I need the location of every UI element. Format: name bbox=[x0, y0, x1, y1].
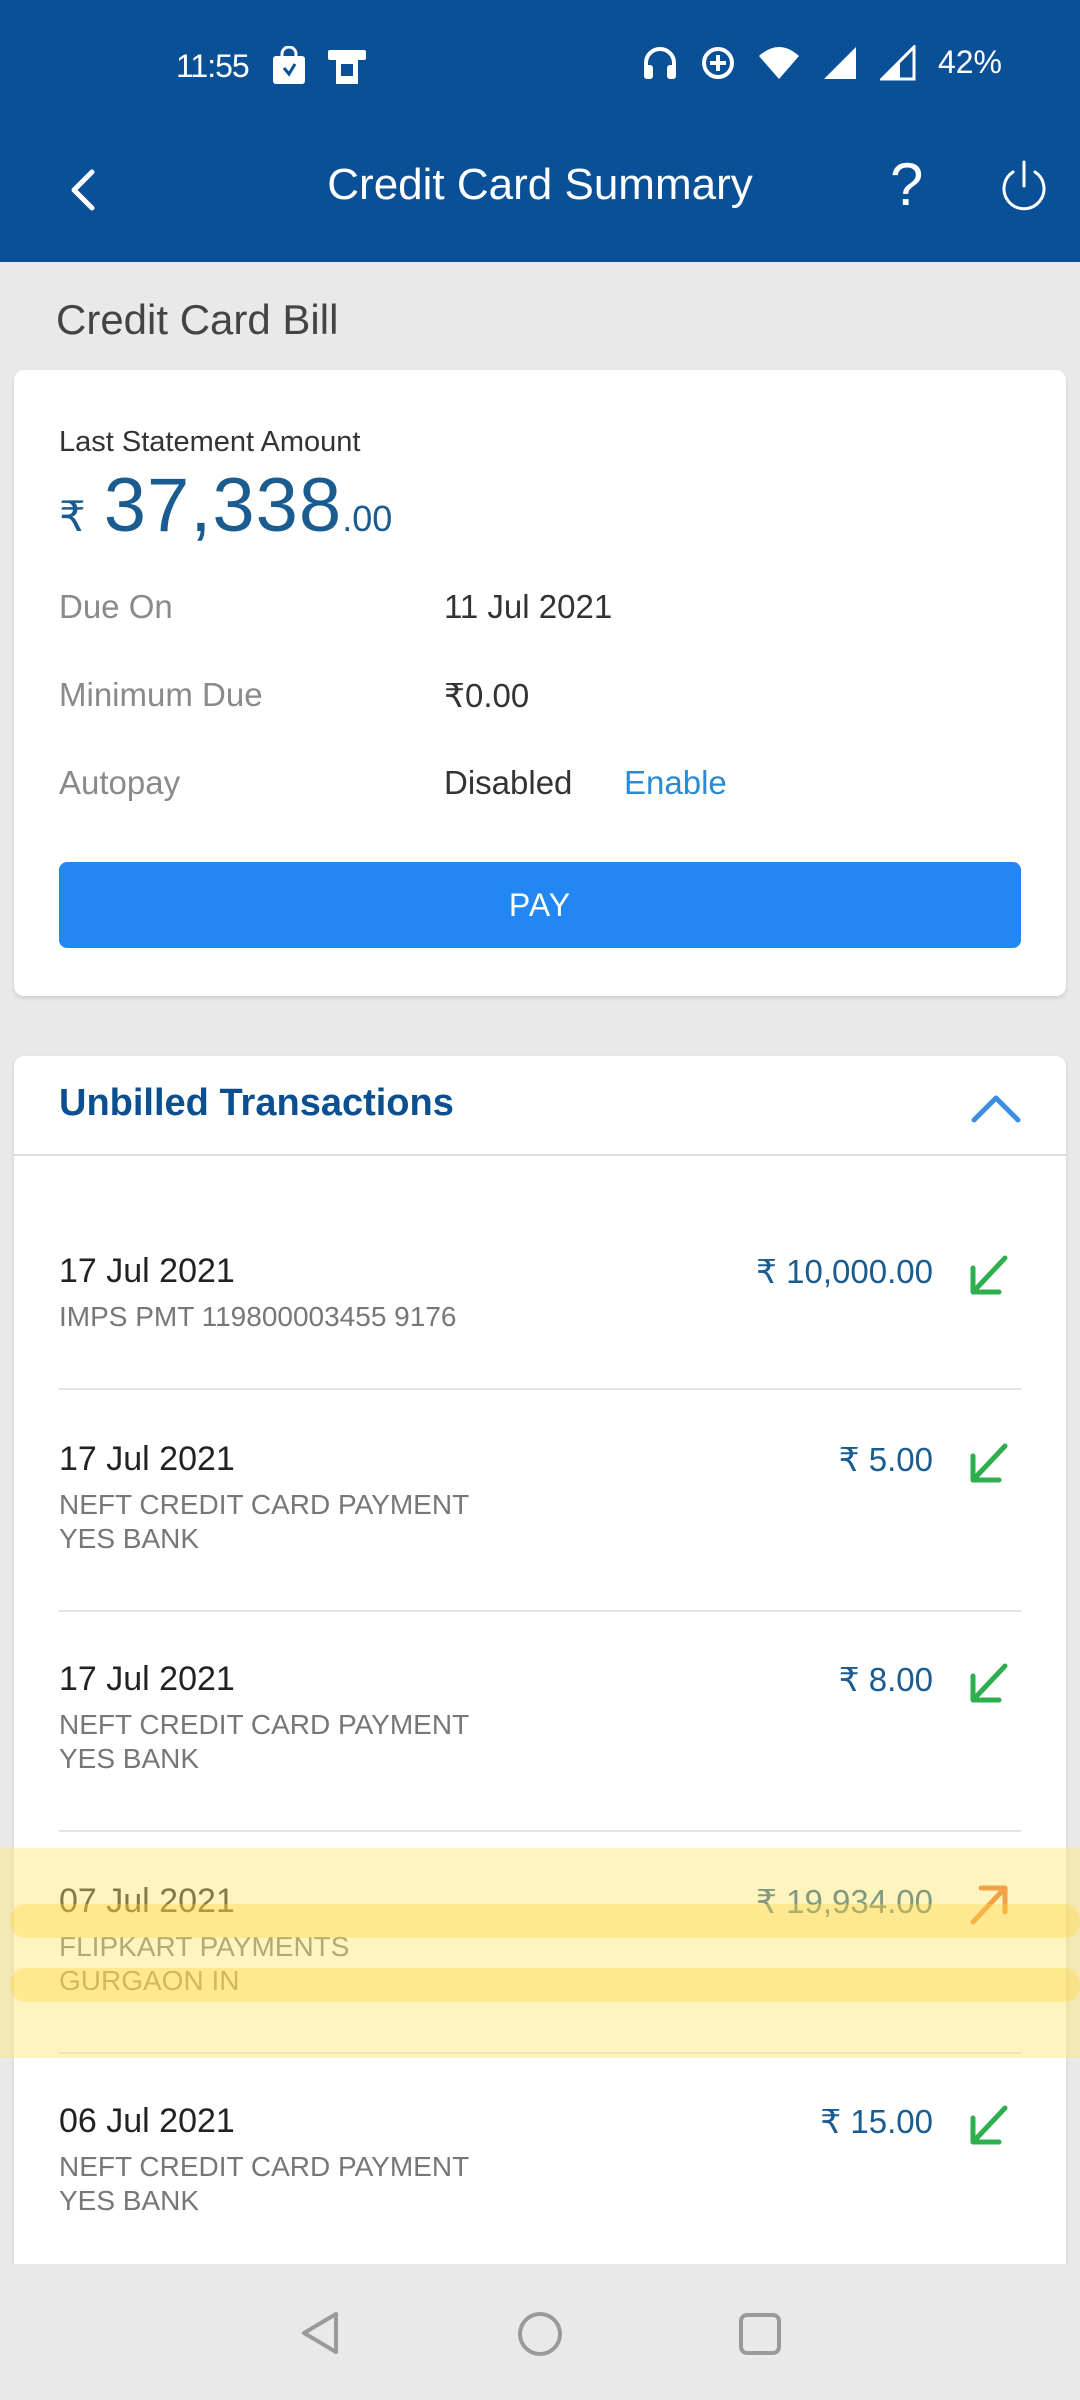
credit-arrow-icon bbox=[970, 2105, 1008, 2145]
autopay-value: Disabled bbox=[444, 764, 573, 801]
due-on-label: Due On bbox=[59, 588, 173, 625]
transaction-date: 17 Jul 2021 bbox=[59, 1252, 235, 1290]
autopay-label: Autopay bbox=[59, 764, 181, 801]
transaction-amount: ₹ 10,000.00 bbox=[756, 1253, 933, 1290]
transaction-date: 06 Jul 2021 bbox=[59, 2102, 235, 2140]
pay-button[interactable]: PAY bbox=[59, 862, 1021, 948]
last-statement-label: Last Statement Amount bbox=[59, 426, 361, 458]
minimum-due-label: Minimum Due bbox=[59, 676, 263, 713]
divider bbox=[59, 1610, 1021, 1612]
system-nav-bar bbox=[0, 2264, 1080, 2400]
battery-percentage: 42% bbox=[937, 44, 1002, 80]
status-system-icons: 42% bbox=[642, 44, 1002, 81]
bill-card: Last Statement Amount ₹ 37,338 .00 Due O… bbox=[14, 370, 1066, 996]
credit-card-bill-heading: Credit Card Bill bbox=[56, 296, 339, 343]
debit-arrow-icon bbox=[970, 1885, 1008, 1925]
transaction-description-line: YES BANK bbox=[59, 1743, 200, 1774]
help-icon[interactable]: ? bbox=[890, 150, 923, 219]
headphones-icon bbox=[643, 46, 676, 79]
app-bar: Credit Card Summary ? bbox=[0, 120, 1080, 262]
signal-icon bbox=[879, 44, 916, 80]
nav-recents-icon[interactable] bbox=[736, 2310, 784, 2358]
transaction-description: FLIPKART PAYMENTS GURGAON IN bbox=[59, 1930, 349, 1998]
chevron-up-icon[interactable] bbox=[970, 1088, 1022, 1128]
minimum-due-value: ₹0.00 bbox=[444, 677, 530, 714]
last-statement-amount: ₹ 37,338 .00 bbox=[59, 462, 392, 549]
nav-back-icon[interactable] bbox=[296, 2308, 346, 2358]
data-saver-icon bbox=[701, 46, 734, 79]
transaction-description-line: YES BANK bbox=[59, 2185, 200, 2216]
transaction-description: NEFT CREDIT CARD PAYMENT YES BANK bbox=[59, 2150, 469, 2218]
due-on-value: 11 Jul 2021 bbox=[444, 588, 613, 625]
credit-arrow-icon bbox=[970, 1663, 1008, 1703]
transaction-amount: ₹ 19,934.00 bbox=[756, 1883, 933, 1920]
unbilled-header[interactable]: Unbilled Transactions bbox=[14, 1056, 1066, 1156]
transaction-description-line: NEFT CREDIT CARD PAYMENT bbox=[59, 1489, 470, 1520]
credit-arrow-icon bbox=[970, 1255, 1008, 1295]
transaction-amount: ₹ 5.00 bbox=[838, 1441, 933, 1478]
amount-decimal: .00 bbox=[342, 498, 393, 539]
transaction-description: NEFT CREDIT CARD PAYMENT YES BANK bbox=[59, 1708, 469, 1776]
currency-symbol: ₹ bbox=[59, 493, 86, 540]
transaction-description-line: FLIPKART PAYMENTS bbox=[59, 1931, 350, 1962]
nav-home-icon[interactable] bbox=[514, 2308, 566, 2360]
signal-icon bbox=[823, 46, 856, 79]
status-time: 11:55 bbox=[176, 48, 250, 84]
transaction-date: 17 Jul 2021 bbox=[59, 1440, 235, 1478]
divider bbox=[59, 1388, 1021, 1390]
transaction-amount: ₹ 8.00 bbox=[838, 1661, 933, 1698]
unbilled-title: Unbilled Transactions bbox=[59, 1082, 454, 1124]
transaction-description-line: GURGAON IN bbox=[59, 1965, 240, 1996]
transaction-date: 07 Jul 2021 bbox=[59, 1882, 235, 1920]
transaction-description: NEFT CREDIT CARD PAYMENT YES BANK bbox=[59, 1488, 469, 1556]
transaction-amount: ₹ 15.00 bbox=[820, 2103, 933, 2140]
shopping-bag-icon bbox=[273, 46, 305, 84]
transaction-description-line: NEFT CREDIT CARD PAYMENT bbox=[59, 2151, 470, 2182]
transaction-date: 17 Jul 2021 bbox=[59, 1660, 235, 1698]
wifi-icon bbox=[758, 46, 799, 79]
divider bbox=[59, 2052, 1021, 2054]
credit-arrow-icon bbox=[970, 1443, 1008, 1483]
atm-icon bbox=[328, 50, 366, 84]
transaction-description-line: YES BANK bbox=[59, 1523, 200, 1554]
status-bar: 11:55 42% bbox=[0, 0, 1080, 140]
divider bbox=[59, 1830, 1021, 1832]
transaction-description-line: IMPS PMT 119800003455 9176 bbox=[59, 1301, 457, 1332]
transaction-description: IMPS PMT 119800003455 9176 bbox=[59, 1300, 456, 1334]
transaction-description-line: NEFT CREDIT CARD PAYMENT bbox=[59, 1709, 470, 1740]
power-icon[interactable] bbox=[996, 158, 1052, 214]
status-notification-icons bbox=[270, 46, 368, 86]
enable-autopay-link[interactable]: Enable bbox=[624, 764, 727, 802]
unbilled-transactions-card: Unbilled Transactions 17 Jul 2021 IMPS P… bbox=[14, 1056, 1066, 2266]
amount-main: 37,338 bbox=[103, 463, 343, 548]
